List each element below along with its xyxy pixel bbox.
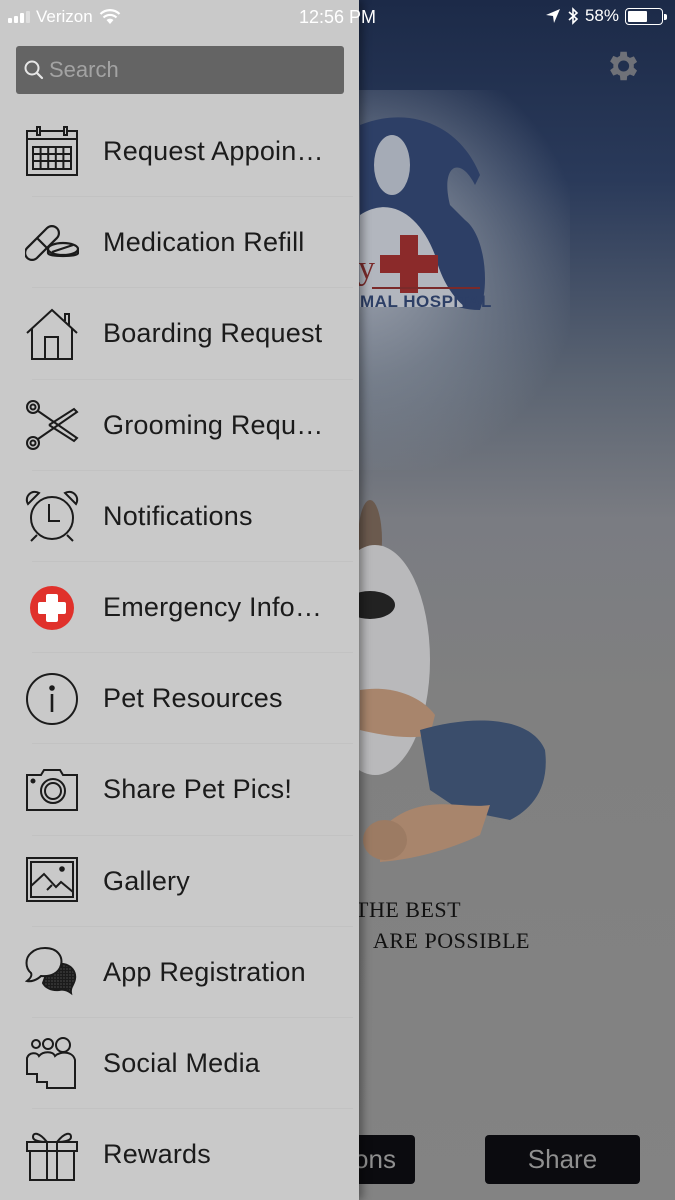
menu-item-rewards[interactable]: Rewards [0,1109,359,1200]
menu-item-label: Share Pet Pics! [103,774,293,805]
search-input[interactable] [49,57,329,83]
alarm-clock-icon [24,488,80,544]
chat-bubbles-icon [24,944,80,1000]
people-icon [24,1035,80,1091]
menu-item-label: App Registration [103,956,306,987]
menu-item-label: Medication Refill [103,227,305,258]
menu-item-label: Pet Resources [103,683,283,714]
location-arrow-icon [545,9,560,23]
menu-item-notifications[interactable]: Notifications [0,471,359,563]
menu-item-pet-resources[interactable]: Pet Resources [0,653,359,745]
status-bar: Verizon 12:56 PM 58% [0,0,675,36]
menu-item-emergency-info[interactable]: Emergency Info… [0,562,359,654]
menu-item-boarding-request[interactable]: Boarding Request [0,288,359,380]
gift-icon [24,1127,80,1183]
menu-item-label: Social Media [103,1047,260,1078]
share-button[interactable]: Share [485,1135,640,1184]
calendar-icon [24,124,80,180]
battery-fill [628,10,647,22]
house-icon [24,306,80,362]
battery-icon [625,7,667,25]
menu-item-medication-refill[interactable]: Medication Refill [0,197,359,289]
menu-item-share-pet-pics[interactable]: Share Pet Pics! [0,744,359,836]
menu-item-grooming-request[interactable]: Grooming Requ… [0,380,359,471]
menu-item-label: Emergency Info… [103,592,323,623]
menu-item-label: Rewards [103,1139,211,1170]
search-bar[interactable] [16,46,344,94]
side-drawer: Request Appoin… Medication Refill [0,0,359,1200]
menu-item-label: Notifications [103,500,253,531]
red-cross-icon [24,580,80,636]
logo-letter: y [358,250,375,287]
menu-item-label: Request Appoin… [103,136,324,167]
child-with-puppy-photo [340,500,546,862]
gear-icon[interactable] [603,47,641,85]
menu-item-label: Boarding Request [103,318,323,349]
camera-icon [24,762,80,818]
pills-icon [24,215,80,271]
drawer-menu: Request Appoin… Medication Refill Boardi… [0,106,359,1200]
options-button-label: ons [354,1144,396,1174]
share-button-label: Share [527,1144,598,1174]
menu-item-gallery[interactable]: Gallery [0,836,359,927]
image-icon [24,853,80,909]
scissors-icon [24,397,80,453]
logo-text: MAL HOSPITAL [360,292,492,311]
info-icon [24,671,80,727]
logo-divider [372,287,480,289]
menu-item-app-registration[interactable]: App Registration [0,927,359,1019]
search-icon [24,60,44,80]
bluetooth-icon [568,7,579,25]
menu-item-request-appointment[interactable]: Request Appoin… [0,106,359,198]
menu-item-label: Gallery [103,865,190,896]
menu-item-social-media[interactable]: Social Media [0,1018,359,1110]
menu-item-label: Grooming Requ… [103,409,324,440]
battery-percent: 58% [584,6,619,25]
